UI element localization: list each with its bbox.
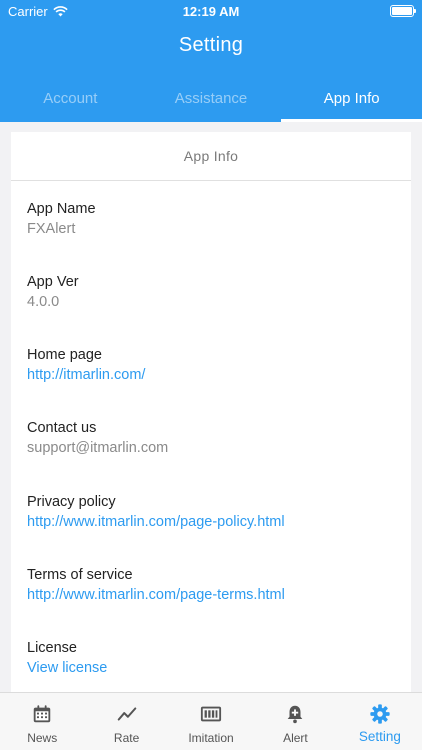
nav-news[interactable]: News [0, 693, 84, 750]
nav-alert-label: Alert [283, 731, 308, 745]
calendar-icon [33, 705, 51, 723]
contact-email: support@itmarlin.com [27, 440, 169, 456]
tab-app-info[interactable]: App Info [281, 74, 422, 122]
home-page-link[interactable]: http://itmarlin.com/ [27, 365, 145, 385]
info-contact-us: Contact us support@itmarlin.com [27, 418, 168, 458]
status-bar: Carrier 12:19 AM [0, 0, 422, 22]
nav-rate[interactable]: Rate [84, 693, 168, 750]
battery-icon [390, 5, 416, 17]
info-app-ver: App Ver 4.0.0 [27, 272, 79, 312]
info-value: FXAlert [27, 221, 76, 237]
nav-imitation-label: Imitation [188, 731, 234, 745]
nav-rate-label: Rate [113, 731, 140, 745]
info-license: License View license [27, 638, 107, 678]
info-label: Home page [27, 347, 102, 363]
page-title: Setting [178, 34, 244, 56]
ticker-board-icon [200, 706, 222, 722]
header: Carrier 12:19 AM Setting Account Assista… [0, 0, 422, 122]
bell-plus-icon [288, 705, 303, 724]
info-value: 4.0.0 [27, 294, 60, 310]
info-terms-of-service: Terms of service http://www.itmarlin.com… [27, 565, 285, 605]
terms-of-service-link[interactable]: http://www.itmarlin.com/page-terms.html [27, 585, 285, 605]
app-info-card: App Info App Name FXAlert App Ver 4.0.0 … [11, 132, 411, 692]
info-label: App Ver [27, 274, 79, 290]
nav-setting-label: Setting [358, 729, 401, 744]
view-license-link[interactable]: View license [27, 658, 107, 678]
info-label: Terms of service [27, 567, 133, 583]
info-label: Contact us [27, 420, 97, 436]
info-label: App Name [27, 201, 96, 217]
status-time: 12:19 AM [182, 4, 240, 19]
line-chart-icon [117, 707, 136, 721]
tab-account[interactable]: Account [0, 74, 141, 122]
nav-imitation[interactable]: Imitation [169, 693, 253, 750]
info-privacy-policy: Privacy policy http://www.itmarlin.com/p… [27, 492, 285, 532]
card-title: App Info [11, 132, 411, 181]
bottom-tab-bar: News Rate Imitation Alert Setting [0, 692, 422, 750]
gear-icon [370, 704, 390, 724]
nav-news-label: News [27, 731, 58, 745]
info-label: License [27, 640, 77, 656]
privacy-policy-link[interactable]: http://www.itmarlin.com/page-policy.html [27, 512, 285, 532]
tab-assistance[interactable]: Assistance [141, 74, 282, 122]
info-home-page: Home page http://itmarlin.com/ [27, 345, 145, 385]
nav-setting[interactable]: Setting [338, 693, 422, 750]
info-label: Privacy policy [27, 494, 116, 510]
tab-bar: Account Assistance App Info [0, 74, 422, 122]
nav-alert[interactable]: Alert [253, 693, 337, 750]
info-app-name: App Name FXAlert [27, 199, 96, 239]
